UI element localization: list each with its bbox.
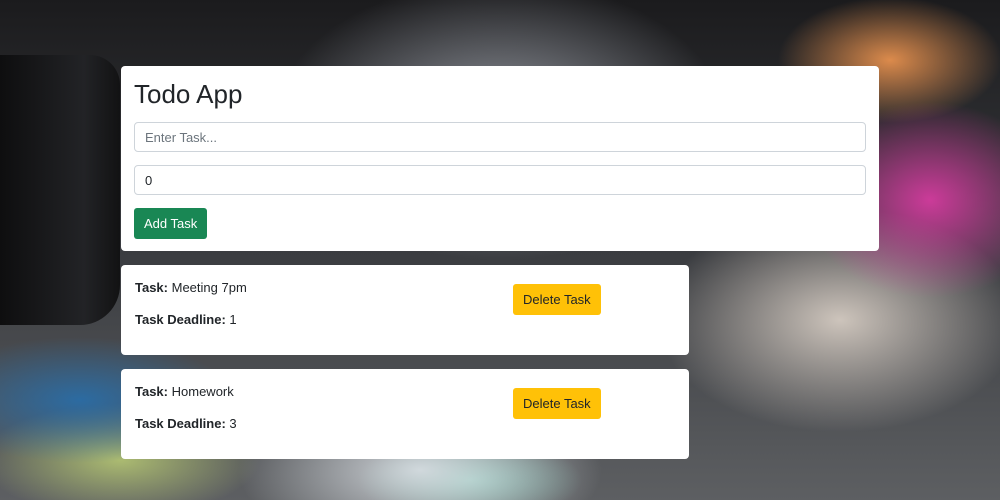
- task-name: Meeting 7pm: [171, 280, 247, 295]
- task-deadline-line: Task Deadline: 1: [135, 312, 237, 328]
- add-task-button[interactable]: Add Task: [134, 208, 208, 239]
- task-deadline-line: Task Deadline: 3: [135, 416, 237, 432]
- task-input[interactable]: [134, 122, 866, 152]
- page-title: Todo App: [134, 79, 243, 109]
- todo-form-card: Todo App Add Task: [121, 66, 879, 251]
- deadline-input[interactable]: [134, 165, 866, 195]
- delete-task-button[interactable]: Delete Task: [513, 284, 601, 315]
- task-label: Task:: [135, 280, 168, 295]
- background-mug: [0, 55, 120, 325]
- task-deadline: 3: [229, 416, 237, 431]
- task-name-line: Task: Homework: [135, 384, 234, 400]
- task-deadline-label: Task Deadline:: [135, 416, 226, 431]
- task-card: Task: Meeting 7pm Task Deadline: 1 Delet…: [121, 265, 689, 355]
- task-deadline: 1: [229, 312, 237, 327]
- task-deadline-label: Task Deadline:: [135, 312, 226, 327]
- task-name-line: Task: Meeting 7pm: [135, 280, 247, 296]
- task-name: Homework: [171, 384, 234, 399]
- delete-task-button[interactable]: Delete Task: [513, 388, 601, 419]
- task-label: Task:: [135, 384, 168, 399]
- task-card: Task: Homework Task Deadline: 3 Delete T…: [121, 369, 689, 459]
